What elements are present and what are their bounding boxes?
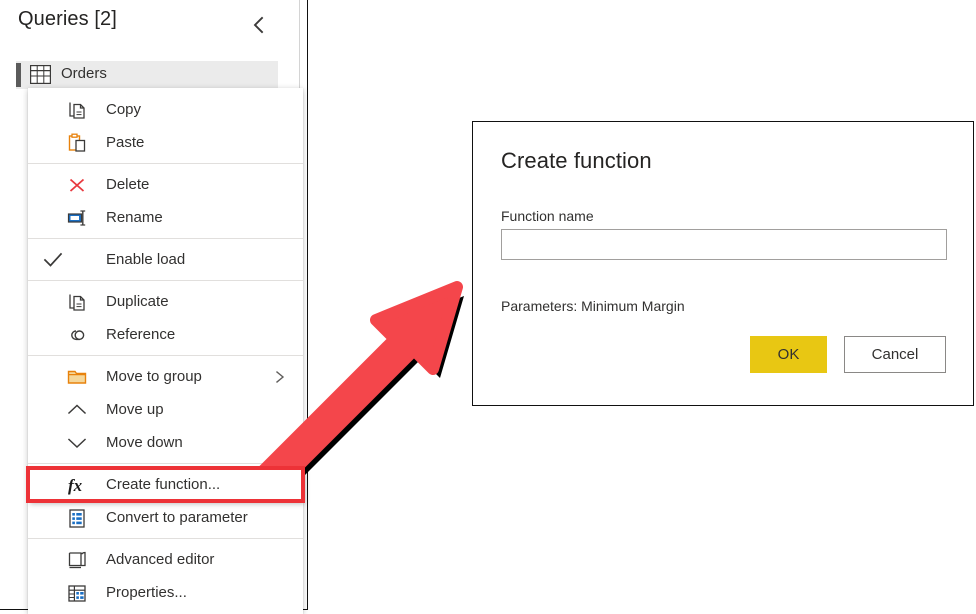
- menu-item-reference[interactable]: Reference: [28, 318, 303, 351]
- chevron-right-icon: [273, 370, 287, 384]
- dialog-title: Create function: [501, 148, 652, 173]
- menu-item-create-function[interactable]: fx Create function...: [26, 466, 305, 503]
- menu-item-label: Advanced editor: [106, 551, 215, 568]
- query-name-label: Orders: [61, 65, 107, 82]
- page-title: Queries [2]: [18, 8, 117, 30]
- svg-text:fx: fx: [68, 476, 83, 495]
- rename-icon: [66, 207, 88, 229]
- menu-item-move-up[interactable]: Move up: [28, 393, 303, 426]
- menu-separator: [28, 538, 303, 539]
- duplicate-icon: [66, 291, 88, 313]
- chevron-up-icon: [66, 399, 88, 421]
- properties-icon: [66, 582, 88, 604]
- menu-item-label: Rename: [106, 209, 163, 226]
- query-list-item-orders[interactable]: Orders: [16, 61, 278, 89]
- menu-item-advanced-editor[interactable]: Advanced editor: [28, 543, 303, 576]
- menu-item-label: Copy: [106, 101, 142, 118]
- menu-item-label: Delete: [106, 176, 150, 193]
- fx-icon: fx: [66, 474, 88, 496]
- create-function-dialog: Create function Function name Parameters…: [472, 121, 974, 406]
- table-icon: [30, 65, 51, 84]
- delete-x-icon: [66, 174, 88, 196]
- menu-item-label: Properties...: [106, 584, 187, 601]
- ok-button[interactable]: OK: [750, 336, 827, 373]
- menu-item-label: Create function...: [106, 476, 221, 493]
- reference-link-icon: [66, 324, 88, 346]
- menu-item-enable-load[interactable]: Enable load: [28, 243, 303, 276]
- queries-panel: Queries [2] Orders Copy Paste Delete Ren…: [0, 0, 308, 614]
- menu-item-label: Enable load: [106, 251, 186, 268]
- menu-item-label: Paste: [106, 134, 145, 151]
- parameter-icon: [66, 507, 88, 529]
- queries-panel-header: Queries [2]: [0, 0, 299, 48]
- advanced-editor-icon: [66, 549, 88, 571]
- menu-item-label: Move down: [106, 434, 183, 451]
- menu-item-properties[interactable]: Properties...: [28, 576, 303, 609]
- menu-item-convert-to-parameter[interactable]: Convert to parameter: [28, 501, 303, 534]
- chevron-left-icon[interactable]: [248, 14, 270, 36]
- copy-icon: [66, 99, 88, 121]
- cancel-button[interactable]: Cancel: [844, 336, 946, 373]
- menu-item-duplicate[interactable]: Duplicate: [28, 285, 303, 318]
- menu-separator: [28, 238, 303, 239]
- chevron-down-icon: [66, 432, 88, 454]
- menu-item-label: Move to group: [106, 368, 202, 385]
- checkmark-icon: [42, 249, 64, 271]
- parameters-text: Parameters: Minimum Margin: [501, 298, 685, 314]
- menu-item-label: Duplicate: [106, 293, 169, 310]
- folder-icon: [66, 366, 88, 388]
- menu-separator: [28, 355, 303, 356]
- query-context-menu: Copy Paste Delete Rename Enable load Dup…: [26, 88, 305, 614]
- function-name-label: Function name: [501, 208, 594, 224]
- menu-item-rename[interactable]: Rename: [28, 201, 303, 234]
- menu-item-copy[interactable]: Copy: [28, 93, 303, 126]
- menu-item-move-to-group[interactable]: Move to group: [28, 360, 303, 393]
- menu-item-move-down[interactable]: Move down: [28, 426, 303, 459]
- menu-item-label: Convert to parameter: [106, 509, 248, 526]
- menu-item-delete[interactable]: Delete: [28, 168, 303, 201]
- menu-item-label: Reference: [106, 326, 176, 343]
- menu-separator: [28, 280, 303, 281]
- menu-item-label: Move up: [106, 401, 164, 418]
- paste-icon: [66, 132, 88, 154]
- menu-separator: [28, 163, 303, 164]
- menu-separator: [28, 463, 303, 464]
- function-name-input[interactable]: [501, 229, 947, 260]
- selection-indicator: [16, 63, 21, 87]
- menu-item-paste[interactable]: Paste: [28, 126, 303, 159]
